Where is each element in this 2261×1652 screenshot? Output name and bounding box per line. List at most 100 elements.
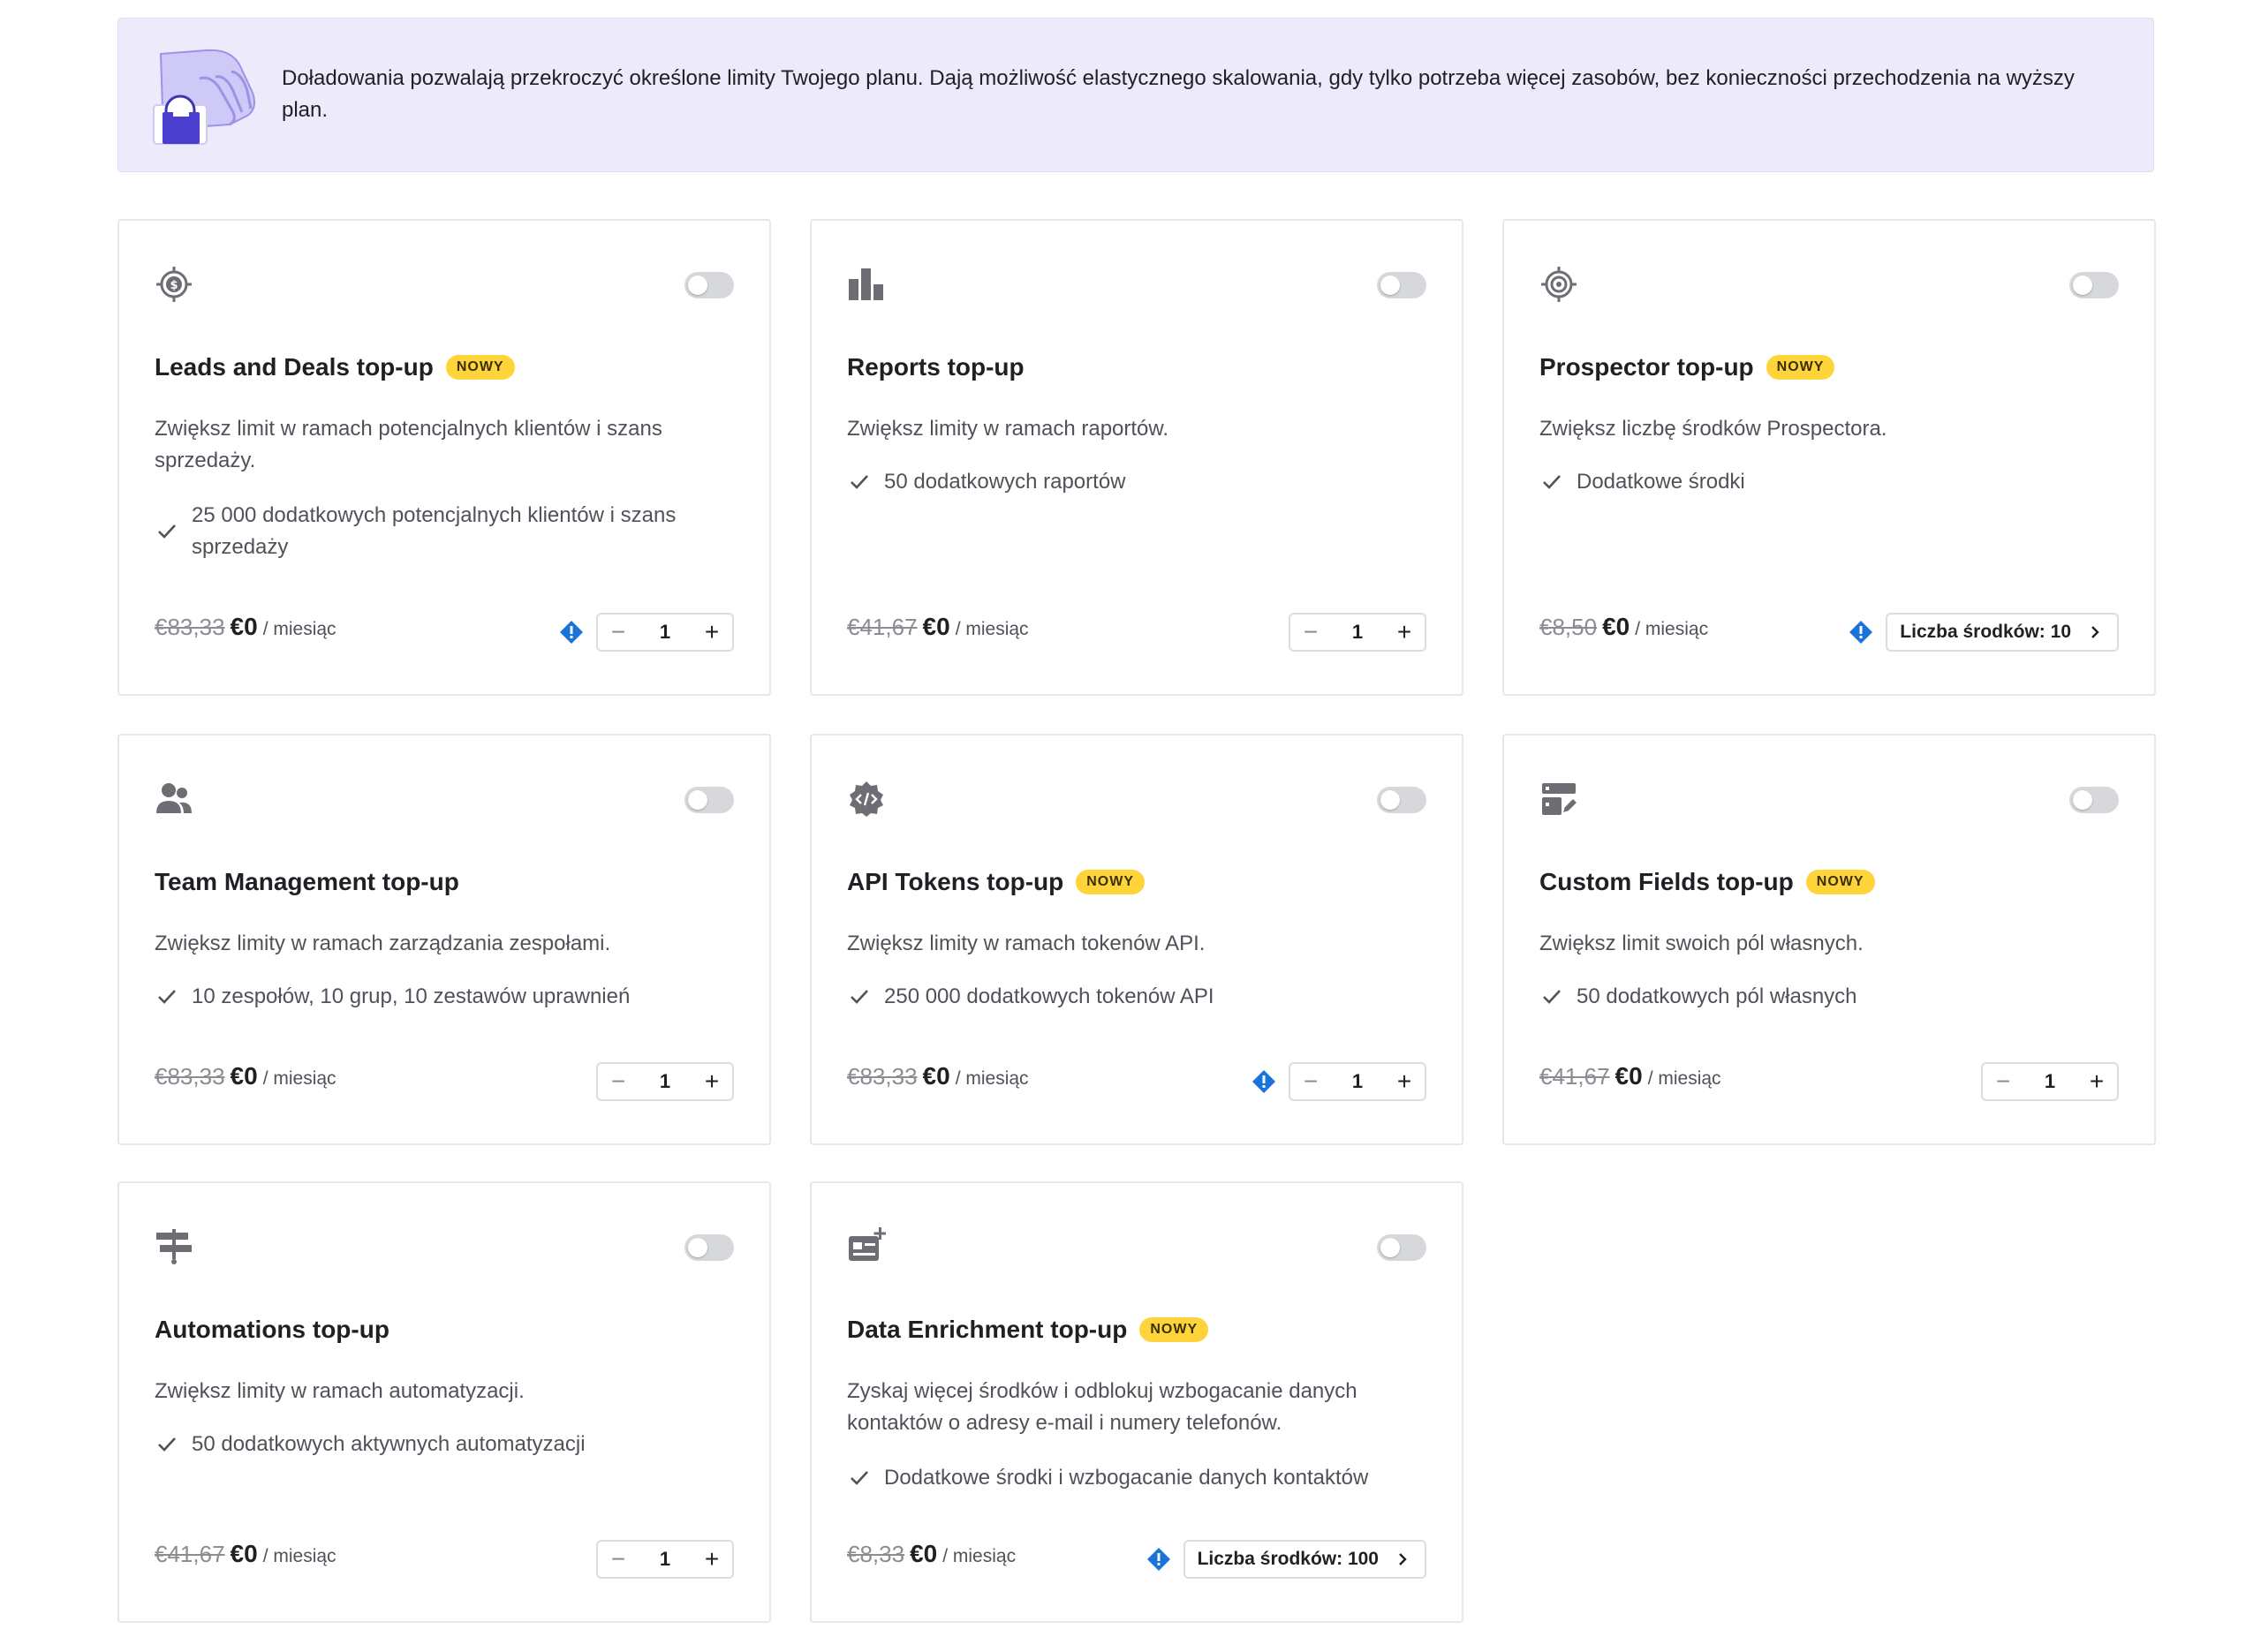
card-reports: Reports top-up Zwiększ limity w ramach r… xyxy=(810,219,1463,696)
decrement-button[interactable]: − xyxy=(598,1542,639,1577)
banner-text: Doładowania pozwalają przekroczyć określ… xyxy=(282,66,2075,122)
automation-signpost-icon xyxy=(156,1229,192,1264)
check-icon xyxy=(158,990,176,1004)
toggle-team-management[interactable] xyxy=(684,787,734,813)
check-icon xyxy=(1543,475,1561,489)
quantity-value[interactable]: 1 xyxy=(660,1070,670,1093)
card-description: Zwiększ limit w ramach potencjalnych kli… xyxy=(155,417,662,472)
current-price: €0 xyxy=(922,613,950,640)
increment-button[interactable]: + xyxy=(1384,615,1425,650)
toggle-prospector[interactable] xyxy=(2069,272,2119,298)
card-description: Zwiększ liczbę środków Prospectora. xyxy=(1539,417,1887,441)
check-icon xyxy=(158,524,176,539)
increment-button[interactable]: + xyxy=(692,615,732,650)
current-price: €0 xyxy=(230,1062,258,1090)
current-price: €0 xyxy=(1614,1062,1643,1090)
price: €8,33 €0 / miesiąc xyxy=(847,1540,1016,1579)
card-description: Zwiększ limit swoich pól własnych. xyxy=(1539,932,1864,955)
new-badge: NOWY xyxy=(1766,355,1835,380)
increment-button[interactable]: + xyxy=(1384,1064,1425,1099)
credits-label: Liczba środków: 100 xyxy=(1197,1549,1379,1569)
feature-item: 50 dodatkowych raportów xyxy=(847,466,1430,498)
check-icon xyxy=(851,990,868,1004)
card-description: Zwiększ limity w ramach raportów. xyxy=(847,417,1169,441)
toggle-automations[interactable] xyxy=(684,1234,734,1261)
credits-selector-button[interactable]: Liczba środków: 100 xyxy=(1183,1540,1426,1579)
feature-item: 250 000 dodatkowych tokenów API xyxy=(847,981,1430,1013)
hand-box-illustration-icon xyxy=(153,49,255,145)
quantity-value[interactable]: 1 xyxy=(660,1548,670,1571)
card-automations: Automations top-up Zwiększ limity w rama… xyxy=(117,1181,771,1623)
decrement-button[interactable]: − xyxy=(598,1064,639,1099)
toggle-leads-deals[interactable] xyxy=(684,272,734,298)
card-data-enrichment: Data Enrichment top-up NOWY Zyskaj więce… xyxy=(810,1181,1463,1623)
quantity-value[interactable]: 1 xyxy=(660,621,670,644)
card-title: Prospector top-up xyxy=(1539,353,1754,381)
quantity-value[interactable]: 1 xyxy=(2045,1070,2055,1093)
card-description: Zwiększ limity w ramach zarządzania zesp… xyxy=(155,932,611,955)
feature-item: 10 zespołów, 10 grup, 10 zestawów uprawn… xyxy=(155,981,737,1013)
users-icon xyxy=(156,783,192,813)
old-price: €83,33 xyxy=(847,1063,918,1090)
old-price: €41,67 xyxy=(155,1541,225,1567)
card-team-management: Team Management top-up Zwiększ limity w … xyxy=(117,734,771,1145)
info-diamond-icon[interactable] xyxy=(1849,620,1873,645)
toggle-data-enrichment[interactable] xyxy=(1377,1234,1426,1261)
api-gear-icon xyxy=(850,781,883,817)
info-diamond-icon[interactable] xyxy=(1251,1069,1276,1094)
old-price: €41,67 xyxy=(847,614,918,640)
credits-label: Liczba środków: 10 xyxy=(1900,622,2071,642)
new-badge: NOWY xyxy=(1076,870,1146,894)
card-description: Zwiększ limity w ramach automatyzacji. xyxy=(155,1379,525,1403)
card-title: Custom Fields top-up xyxy=(1539,868,1794,895)
new-badge: NOWY xyxy=(445,355,515,380)
quantity-value[interactable]: 1 xyxy=(1352,1070,1363,1093)
card-prospector: Prospector top-up NOWY Zwiększ liczbę śr… xyxy=(1502,219,2156,696)
old-price: €8,33 xyxy=(847,1541,905,1567)
price: €8,50 €0 / miesiąc xyxy=(1539,613,1708,652)
decrement-button[interactable]: − xyxy=(1290,1064,1331,1099)
increment-button[interactable]: + xyxy=(692,1064,732,1099)
price-period: / miesiąc xyxy=(1647,1068,1721,1089)
toggle-custom-fields[interactable] xyxy=(2069,787,2119,813)
old-price: €83,33 xyxy=(155,614,225,640)
increment-button[interactable]: + xyxy=(2076,1064,2117,1099)
check-icon xyxy=(851,475,868,489)
new-badge: NOWY xyxy=(1805,870,1875,894)
quantity-value[interactable]: 1 xyxy=(1352,621,1363,644)
card-description: Zyskaj więcej środków i odblokuj wzbogac… xyxy=(847,1379,1357,1435)
quantity-stepper: − 1 + xyxy=(596,1540,734,1579)
price: €41,67 €0 / miesiąc xyxy=(1539,1062,1721,1101)
check-icon xyxy=(158,1437,176,1452)
quantity-stepper: − 1 + xyxy=(596,1062,734,1101)
credits-selector-button[interactable]: Liczba środków: 10 xyxy=(1886,613,2119,652)
price-period: / miesiąc xyxy=(955,619,1029,639)
chevron-right-icon xyxy=(2091,626,2099,638)
decrement-button[interactable]: − xyxy=(598,615,639,650)
increment-button[interactable]: + xyxy=(692,1542,732,1577)
card-title: Data Enrichment top-up xyxy=(847,1316,1128,1343)
custom-fields-icon xyxy=(1542,783,1578,815)
feature-item: 50 dodatkowych aktywnych automatyzacji xyxy=(155,1429,737,1460)
current-price: €0 xyxy=(230,1540,258,1567)
feature-item: Dodatkowe środki i wzbogacanie danych ko… xyxy=(847,1462,1430,1494)
check-icon xyxy=(1543,990,1561,1004)
contact-card-plus-icon xyxy=(849,1227,886,1261)
card-title: Automations top-up xyxy=(155,1316,389,1343)
toggle-reports[interactable] xyxy=(1377,272,1426,298)
card-api-tokens: API Tokens top-up NOWY Zwiększ limity w … xyxy=(810,734,1463,1145)
info-banner: Doładowania pozwalają przekroczyć określ… xyxy=(117,18,2154,172)
price-period: / miesiąc xyxy=(262,619,337,639)
toggle-api-tokens[interactable] xyxy=(1377,787,1426,813)
price-period: / miesiąc xyxy=(262,1068,337,1089)
card-custom-fields: Custom Fields top-up NOWY Zwiększ limit … xyxy=(1502,734,2156,1145)
current-price: €0 xyxy=(910,1540,938,1567)
info-diamond-icon[interactable] xyxy=(559,620,584,645)
quantity-stepper: − 1 + xyxy=(1981,1062,2119,1101)
target-icon xyxy=(1541,267,1577,302)
decrement-button[interactable]: − xyxy=(1983,1064,2023,1099)
price-period: / miesiąc xyxy=(1635,619,1709,639)
decrement-button[interactable]: − xyxy=(1290,615,1331,650)
card-title: API Tokens top-up xyxy=(847,868,1064,895)
info-diamond-icon[interactable] xyxy=(1146,1547,1171,1572)
